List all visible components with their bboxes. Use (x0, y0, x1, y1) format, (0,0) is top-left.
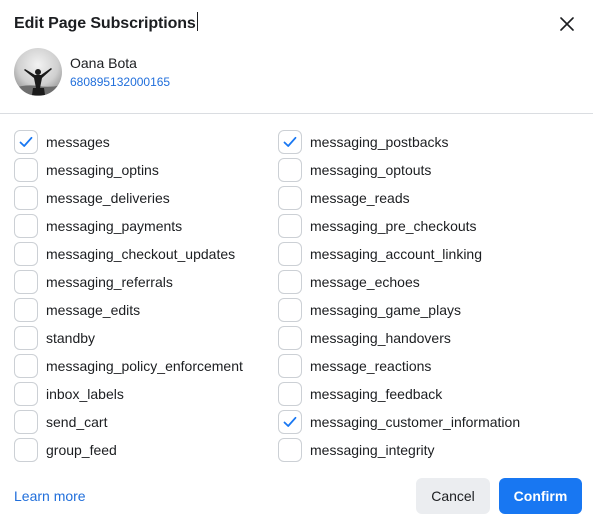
subscription-label: messaging_payments (46, 218, 183, 234)
subscription-label: messaging_game_plays (310, 302, 461, 318)
subscription-label: message_edits (46, 302, 141, 318)
subscription-option[interactable]: messaging_referrals (14, 268, 173, 296)
subscription-label: standby (46, 330, 96, 346)
subscription-checkbox[interactable] (278, 438, 302, 462)
subscription-checkbox[interactable] (278, 270, 302, 294)
text-cursor (196, 12, 198, 31)
subscription-checkbox[interactable] (278, 130, 302, 154)
dialog-header: Edit Page Subscriptions (14, 12, 579, 36)
subscription-option[interactable]: messaging_optins (14, 156, 159, 184)
subscription-label: messaging_referrals (46, 274, 173, 290)
subscription-checkbox[interactable] (278, 354, 302, 378)
subscription-label: messaging_optouts (310, 162, 432, 178)
subscription-checkbox[interactable] (278, 214, 302, 238)
subscription-checkbox[interactable] (278, 298, 302, 322)
subscription-checkbox[interactable] (14, 270, 38, 294)
subscription-label: messages (46, 134, 110, 150)
subscription-checkbox[interactable] (14, 354, 38, 378)
subscription-option[interactable]: messaging_pre_checkouts (278, 212, 477, 240)
subscription-option[interactable]: message_reactions (278, 352, 431, 380)
subscription-checkbox[interactable] (278, 158, 302, 182)
subscription-option[interactable]: messaging_payments (14, 212, 182, 240)
subscription-label: messaging_checkout_updates (46, 246, 236, 262)
subscription-label: messaging_postbacks (310, 134, 449, 150)
subscription-checkbox[interactable] (14, 242, 38, 266)
subscription-label: send_cart (46, 414, 108, 430)
subscription-option[interactable]: messaging_postbacks (278, 128, 449, 156)
subscription-label: messaging_policy_enforcement (46, 358, 243, 374)
subscription-checkbox[interactable] (278, 186, 302, 210)
subscription-option[interactable]: messages (14, 128, 110, 156)
subscription-option[interactable]: messaging_integrity (278, 436, 435, 464)
dialog-footer: Learn more Cancel Confirm (14, 478, 582, 514)
close-button[interactable] (555, 12, 579, 36)
subscription-option[interactable]: message_deliveries (14, 184, 170, 212)
dialog-title: Edit Page Subscriptions (14, 12, 579, 35)
edit-subscriptions-dialog: Edit Page Subscriptions Oana Bota 680895… (0, 0, 593, 518)
subscription-option[interactable]: send_cart (14, 408, 107, 436)
subscription-checkbox[interactable] (14, 326, 38, 350)
subscription-checkbox[interactable] (278, 382, 302, 406)
subscription-label: messaging_account_linking (310, 246, 482, 262)
page-info: Oana Bota 680895132000165 (14, 48, 170, 96)
subscription-option[interactable]: messaging_customer_information (278, 408, 520, 436)
subscription-option[interactable]: messaging_feedback (278, 380, 442, 408)
subscription-checkbox[interactable] (14, 382, 38, 406)
page-id-link[interactable]: 680895132000165 (70, 73, 170, 91)
learn-more-link[interactable]: Learn more (14, 488, 86, 504)
cancel-button[interactable]: Cancel (416, 478, 490, 514)
subscription-label: messaging_handovers (310, 330, 451, 346)
checkmark-icon (283, 416, 297, 427)
divider (0, 113, 593, 114)
subscription-label: message_reactions (310, 358, 432, 374)
avatar-image (14, 48, 62, 96)
subscription-checkbox[interactable] (278, 326, 302, 350)
subscription-checkbox[interactable] (278, 410, 302, 434)
checkmark-icon (283, 136, 297, 147)
subscription-option[interactable]: standby (14, 324, 95, 352)
subscription-label: messaging_pre_checkouts (310, 218, 477, 234)
subscription-label: messaging_optins (46, 162, 159, 178)
subscription-checkbox[interactable] (14, 130, 38, 154)
subscription-option[interactable]: group_feed (14, 436, 117, 464)
subscription-label: messaging_feedback (310, 386, 443, 402)
subscription-option[interactable]: message_edits (14, 296, 140, 324)
subscription-label: message_deliveries (46, 190, 170, 206)
subscription-option[interactable]: inbox_labels (14, 380, 124, 408)
subscription-checkbox[interactable] (14, 186, 38, 210)
subscription-option[interactable]: messaging_optouts (278, 156, 431, 184)
subscription-checkbox[interactable] (14, 410, 38, 434)
subscription-option[interactable]: messaging_account_linking (278, 240, 482, 268)
subscription-label: message_echoes (310, 274, 420, 290)
subscription-option[interactable]: messaging_checkout_updates (14, 240, 235, 268)
confirm-button[interactable]: Confirm (499, 478, 582, 514)
subscription-option[interactable]: messaging_policy_enforcement (14, 352, 243, 380)
subscription-option[interactable]: messaging_handovers (278, 324, 451, 352)
subscription-label: inbox_labels (46, 386, 124, 402)
subscription-option[interactable]: message_echoes (278, 268, 420, 296)
subscription-checkbox[interactable] (14, 438, 38, 462)
subscription-label: messaging_integrity (310, 442, 435, 458)
subscription-checkbox[interactable] (14, 298, 38, 322)
checkmark-icon (19, 136, 33, 147)
subscription-option[interactable]: messaging_game_plays (278, 296, 461, 324)
subscription-label: message_reads (310, 190, 410, 206)
subscription-option[interactable]: message_reads (278, 184, 410, 212)
subscription-label: messaging_customer_information (310, 414, 521, 430)
avatar (14, 48, 62, 96)
page-name: Oana Bota (70, 54, 137, 71)
subscription-label: group_feed (46, 442, 117, 458)
subscription-checkbox[interactable] (14, 214, 38, 238)
close-icon (560, 17, 574, 31)
subscription-checkbox[interactable] (278, 242, 302, 266)
subscription-checkbox[interactable] (14, 158, 38, 182)
